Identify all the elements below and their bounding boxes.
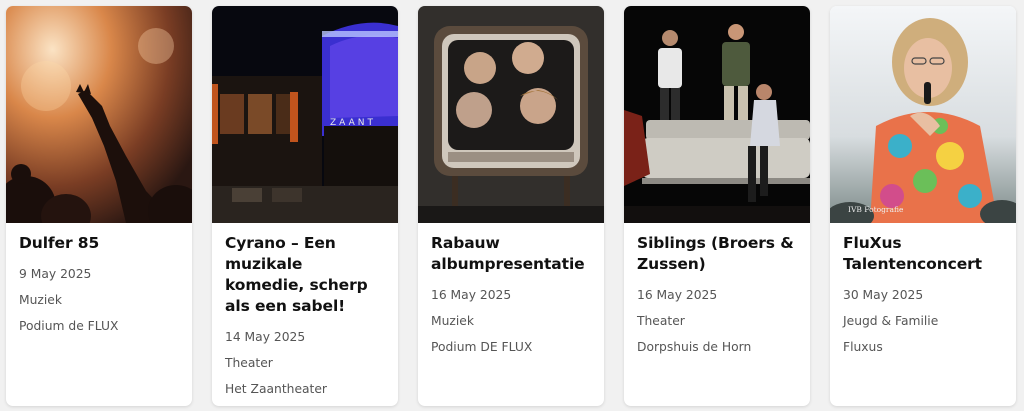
event-card[interactable]: Rabauw albumpresentatie 16 May 2025 Muzi…: [418, 6, 604, 406]
event-card[interactable]: ZAANT Cyrano – Een muzikale komedie, sch…: [212, 6, 398, 406]
event-date: 30 May 2025: [843, 288, 924, 302]
event-image-concert-crowd[interactable]: [6, 6, 192, 223]
event-image-siblings-stage[interactable]: [624, 6, 810, 223]
event-category: Jeugd & Familie: [843, 314, 939, 328]
event-title[interactable]: Rabauw albumpresentatie: [431, 233, 591, 275]
event-date: 16 May 2025: [637, 288, 718, 302]
event-category: Muziek: [19, 293, 62, 307]
event-venue: Dorpshuis de Horn: [637, 340, 752, 354]
event-grid: Dulfer 85 9 May 2025 Muziek Podium de FL…: [0, 0, 1024, 411]
event-card[interactable]: Dulfer 85 9 May 2025 Muziek Podium de FL…: [6, 6, 192, 406]
event-venue: Het Zaantheater: [225, 382, 327, 396]
event-image-theater-building[interactable]: ZAANT: [212, 6, 398, 223]
event-title[interactable]: Dulfer 85: [19, 233, 179, 254]
event-category: Theater: [225, 356, 273, 370]
image-credit: IVB Fotografie: [848, 205, 904, 214]
event-image-band-tv[interactable]: [418, 6, 604, 223]
event-date: 9 May 2025: [19, 267, 92, 281]
event-date: 16 May 2025: [431, 288, 512, 302]
event-category: Theater: [637, 314, 685, 328]
event-image-presenter[interactable]: IVB Fotografie: [830, 6, 1016, 223]
event-title[interactable]: Siblings (Broers & Zussen): [637, 233, 797, 275]
building-sign: ZAANT: [330, 118, 376, 128]
event-title[interactable]: Cyrano – Een muzikale komedie, scherp al…: [225, 233, 385, 317]
event-category: Muziek: [431, 314, 474, 328]
event-venue: Fluxus: [843, 340, 883, 354]
event-title[interactable]: FluXus Talentenconcert: [843, 233, 1003, 275]
event-card[interactable]: IVB Fotografie FluXus Talentenconcert 30…: [830, 6, 1016, 406]
event-venue: Podium de FLUX: [19, 319, 119, 333]
event-venue: Podium DE FLUX: [431, 340, 533, 354]
event-card[interactable]: Siblings (Broers & Zussen) 16 May 2025 T…: [624, 6, 810, 406]
event-date: 14 May 2025: [225, 330, 306, 344]
